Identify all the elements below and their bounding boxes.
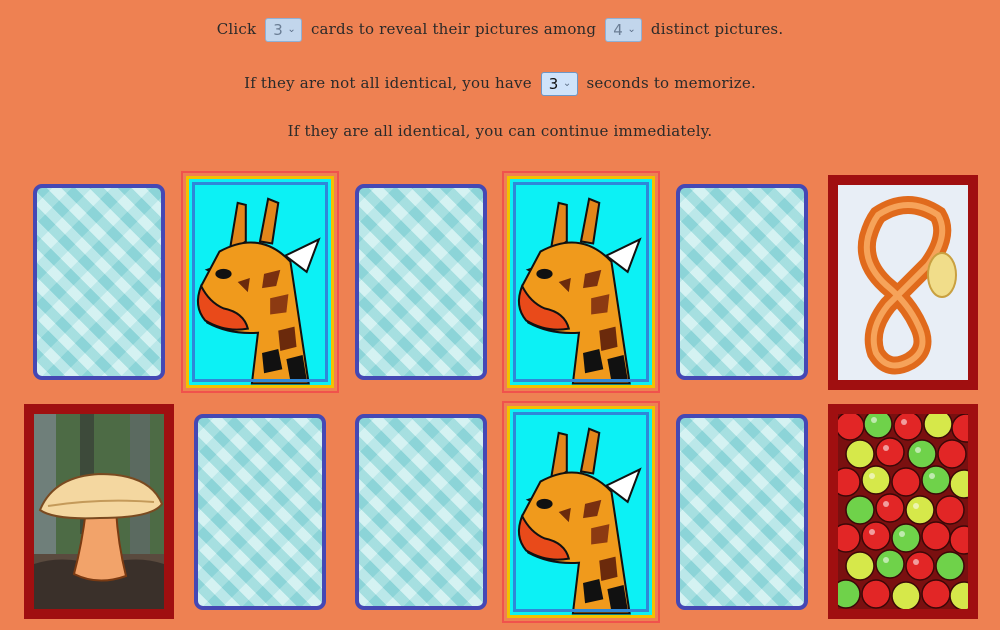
- instruction-line-1: Click 3 ⌄ cards to reveal their pictures …: [0, 18, 1000, 42]
- card-back[interactable]: [194, 414, 326, 610]
- mushroom-icon: [34, 414, 164, 609]
- chevron-down-icon: ⌄: [562, 78, 572, 89]
- card-found-mushroom: [24, 404, 174, 619]
- chevron-down-icon: ⌄: [287, 24, 296, 35]
- seconds-value: 3: [548, 75, 559, 93]
- card-back[interactable]: [33, 184, 165, 380]
- instruction-text: cards to reveal their pictures among: [310, 20, 597, 38]
- card-back[interactable]: [676, 414, 808, 610]
- distinct-count-value: 4: [613, 21, 623, 39]
- instruction-text: Click: [216, 20, 257, 38]
- card-back[interactable]: [355, 414, 487, 610]
- instruction-text: If they are not all identical, you have: [244, 74, 532, 92]
- apples-icon: [838, 414, 968, 609]
- card-back[interactable]: [355, 184, 487, 380]
- instruction-text: distinct pictures.: [650, 20, 784, 38]
- giraffe-icon: [517, 427, 642, 615]
- seconds-select[interactable]: 3 ⌄: [540, 72, 578, 96]
- instruction-line-2: If they are not all identical, you have …: [0, 72, 1000, 96]
- card-revealed-giraffe: [502, 401, 660, 623]
- card-back[interactable]: [676, 184, 808, 380]
- reveal-count-select[interactable]: 3 ⌄: [265, 18, 302, 42]
- card-found-pretzel: [828, 175, 978, 390]
- instruction-line-3: If they are all identical, you can conti…: [0, 122, 1000, 140]
- reveal-count-value: 3: [273, 21, 283, 39]
- instruction-text: seconds to memorize.: [586, 74, 756, 92]
- card-revealed-giraffe: [181, 171, 339, 393]
- card-found-apples: [828, 404, 978, 619]
- distinct-count-select[interactable]: 4 ⌄: [605, 18, 642, 42]
- chevron-down-icon: ⌄: [627, 24, 636, 35]
- card-revealed-giraffe: [502, 171, 660, 393]
- giraffe-icon: [196, 197, 321, 385]
- pretzel-icon: [838, 185, 968, 380]
- giraffe-icon: [517, 197, 642, 385]
- instruction-text: If they are all identical, you can conti…: [287, 122, 713, 140]
